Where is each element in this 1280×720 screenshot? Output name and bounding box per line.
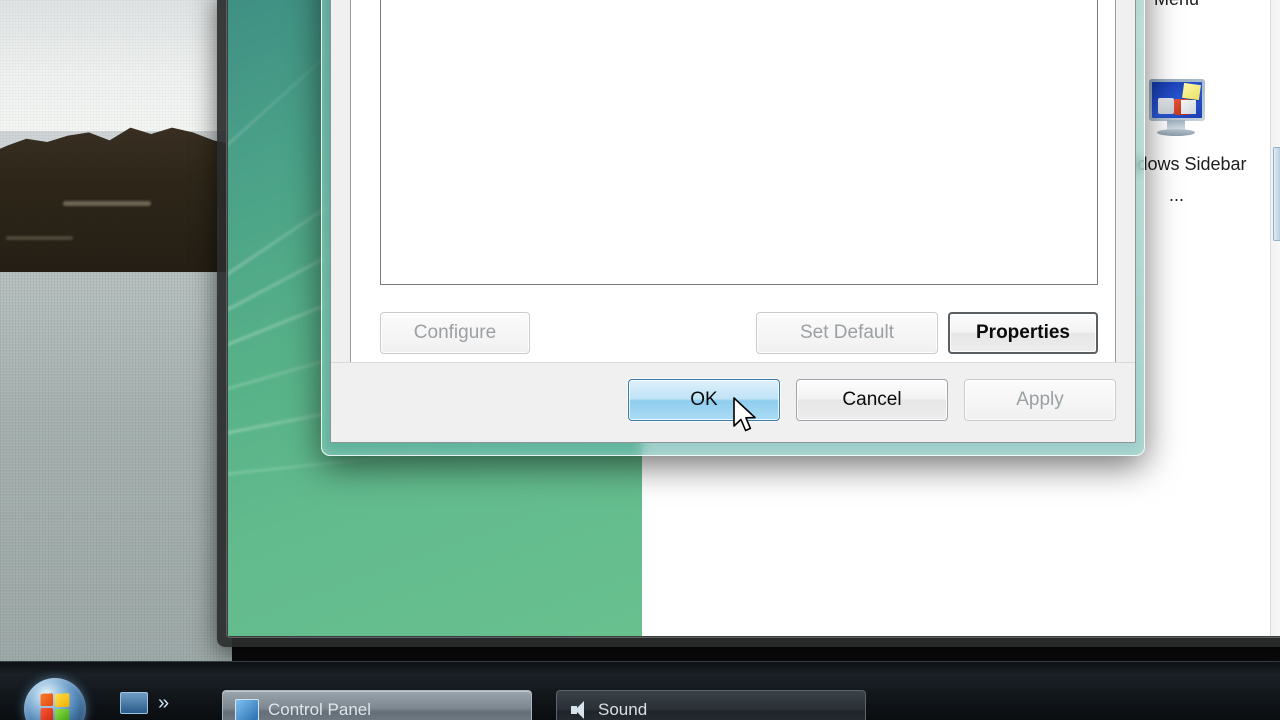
scrollbar-thumb[interactable] <box>1273 147 1280 241</box>
dialog-footer: OK Cancel Apply <box>331 362 1135 442</box>
apply-button[interactable]: Apply <box>964 379 1116 421</box>
screen: Power Options Printers <box>0 0 1280 720</box>
taskbar-item-sound[interactable]: Sound <box>556 690 866 720</box>
desktop-wallpaper[interactable] <box>0 0 232 700</box>
start-button[interactable] <box>24 678 86 720</box>
control-panel-icon <box>235 699 259 720</box>
sidebar-icon <box>1143 73 1211 141</box>
vertical-scrollbar[interactable] <box>1270 0 1280 636</box>
dialog-footer-buttons: OK Cancel Apply <box>628 379 1116 421</box>
wallpaper-texture-overlay <box>0 0 232 700</box>
sound-properties-dialog[interactable]: Configure Set Default Properties OK Canc… <box>321 0 1145 456</box>
chevron-right-icon[interactable]: » <box>158 693 169 713</box>
ok-button[interactable]: OK <box>628 379 780 421</box>
tab-action-buttons: Configure Set Default Properties <box>380 312 1098 354</box>
taskbar-item-label: Sound <box>598 700 648 719</box>
playback-device-list[interactable] <box>380 0 1098 285</box>
cancel-button[interactable]: Cancel <box>796 379 948 421</box>
taskbar[interactable]: » Control Panel Sound <box>0 661 1280 720</box>
show-desktop-icon[interactable] <box>120 692 148 714</box>
taskbar-item-label: Control Panel <box>268 700 372 719</box>
dialog-body: Configure Set Default Properties OK Canc… <box>330 0 1136 443</box>
set-default-button[interactable]: Set Default <box>756 312 938 354</box>
properties-button[interactable]: Properties <box>948 312 1098 354</box>
quick-launch-bar[interactable]: » <box>120 692 169 714</box>
windows-logo-icon <box>40 692 71 720</box>
playback-tab-panel: Configure Set Default Properties <box>350 0 1116 368</box>
configure-button[interactable]: Configure <box>380 312 530 354</box>
speaker-icon <box>569 700 589 720</box>
taskbar-item-control-panel[interactable]: Control Panel <box>222 690 532 720</box>
